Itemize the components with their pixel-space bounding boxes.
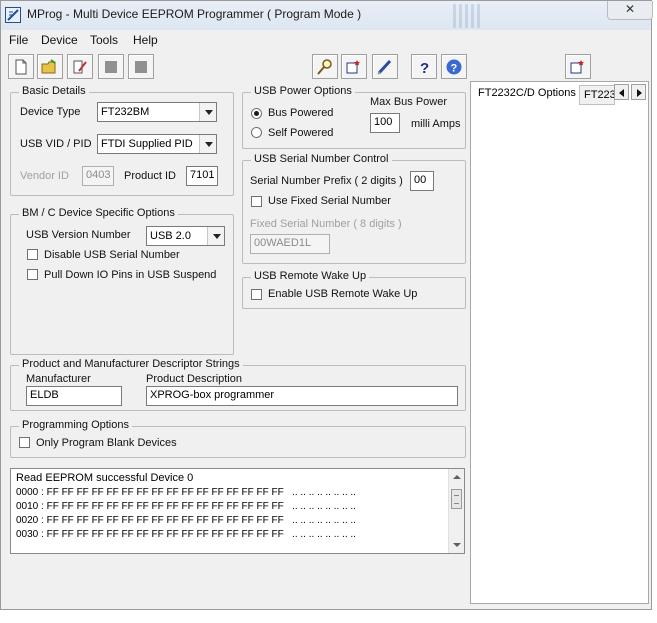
descriptor-strings-title: Product and Manufacturer Descriptor Stri… [19,358,243,370]
vendor-id-label: Vendor ID [20,170,69,182]
new-button[interactable] [8,54,34,79]
disable-serial-checkbox[interactable] [27,249,38,260]
fixed-serial-field[interactable]: 00WAED1L [250,234,330,254]
self-powered-label: Self Powered [268,127,334,139]
remote-wake-title: USB Remote Wake Up [251,270,370,282]
chevron-down-icon[interactable] [199,103,216,121]
basic-details-title: Basic Details [19,85,89,97]
device-type-label: Device Type [20,106,81,118]
help-icon: ? [420,60,429,76]
product-description-field[interactable]: XPROG-box programmer [146,386,458,406]
menu-tools[interactable]: Tools [90,33,118,47]
only-blank-checkbox[interactable] [19,437,30,448]
stop-icon [135,61,147,73]
product-description-label: Product Description [146,373,242,385]
use-fixed-serial-checkbox[interactable] [251,196,262,207]
manufacturer-field[interactable]: ELDB [26,386,122,406]
tab-scroll-right-icon[interactable] [631,84,646,100]
svg-text:?: ? [451,63,458,75]
panel-program-button[interactable] [565,54,591,79]
main-window: MProg - Multi Device EEPROM Programmer (… [0,0,653,610]
background-decoration [453,4,483,28]
about-icon: ? [446,59,462,75]
new-file-icon [15,59,27,75]
pull-down-checkbox[interactable] [27,269,38,280]
open-folder-icon [41,59,56,74]
disable-serial-label: Disable USB Serial Number [44,249,180,261]
remote-wake-checkbox[interactable] [251,289,262,300]
serial-prefix-field[interactable]: 00 [410,171,434,191]
toolbar: ? ? [1,50,651,82]
usb-vid-pid-value: FTDI Supplied PID [101,138,193,150]
output-log[interactable]: Read EEPROM successful Device 0 0000 : F… [10,468,465,554]
programming-options-title: Programming Options [19,419,132,431]
milli-amps-label: milli Amps [411,118,461,130]
product-id-field[interactable]: 7101 [186,166,218,186]
menu-file[interactable]: File [9,33,28,47]
fixed-serial-label: Fixed Serial Number ( 8 digits ) [250,218,402,230]
use-fixed-serial-label: Use Fixed Serial Number [268,195,391,207]
bus-powered-radio[interactable] [251,108,262,119]
device-type-value: FT232BM [101,106,150,118]
log-line: 0020 : FF FF FF FF FF FF FF FF FF FF FF … [16,515,356,526]
chevron-down-icon[interactable] [199,135,216,153]
erase-button[interactable] [372,54,398,79]
program-icon [346,60,360,74]
log-line: 0030 : FF FF FF FF FF FF FF FF FF FF FF … [16,529,356,540]
product-id-label: Product ID [124,170,176,182]
disabled-button-1[interactable] [98,54,124,79]
usb-version-label: USB Version Number [26,229,131,241]
manufacturer-label: Manufacturer [26,373,91,385]
log-line: 0010 : FF FF FF FF FF FF FF FF FF FF FF … [16,501,356,512]
usb-vid-pid-label: USB VID / PID [20,138,92,150]
log-header: Read EEPROM successful Device 0 [16,472,194,484]
tab-ft2232cd-options[interactable]: FT2232C/D Options [474,84,578,104]
usb-version-select[interactable]: USB 2.0 [146,226,225,246]
edit-button[interactable] [67,54,93,79]
bmc-options-title: BM / C Device Specific Options [19,207,178,219]
menu-help[interactable]: Help [133,33,158,47]
log-scrollbar[interactable] [448,469,464,553]
about-button[interactable]: ? [441,54,467,79]
scroll-down-icon[interactable] [453,543,461,547]
tab-scroll-left-icon[interactable] [614,84,629,100]
title-bar[interactable]: MProg - Multi Device EEPROM Programmer (… [1,1,653,30]
device-options-panel [470,81,649,604]
scroll-up-icon[interactable] [453,475,461,479]
scan-button[interactable] [312,54,338,79]
program-button[interactable] [341,54,367,79]
chevron-down-icon[interactable] [207,227,224,245]
svg-text:?: ? [420,60,429,76]
serial-control-title: USB Serial Number Control [251,153,392,165]
menu-bar: File Device Tools Help [1,30,651,50]
log-line: 0000 : FF FF FF FF FF FF FF FF FF FF FF … [16,487,356,498]
remote-wake-label: Enable USB Remote Wake Up [268,288,418,300]
disabled-button-2[interactable] [128,54,154,79]
help-button[interactable]: ? [411,54,437,79]
stop-icon [105,61,117,73]
device-type-select[interactable]: FT232BM [97,102,217,122]
usb-power-title: USB Power Options [251,85,355,97]
bus-powered-label: Bus Powered [268,107,334,119]
vendor-id-field[interactable]: 0403 [82,166,114,186]
search-icon [317,59,332,75]
pull-down-label: Pull Down IO Pins in USB Suspend [44,269,217,281]
menu-device[interactable]: Device [41,33,78,47]
app-icon [5,7,21,23]
usb-vid-pid-select[interactable]: FTDI Supplied PID [97,134,217,154]
max-bus-power-field[interactable]: 100 [370,113,400,133]
serial-prefix-label: Serial Number Prefix ( 2 digits ) [250,175,403,187]
tab-ft2232[interactable]: FT2232 [579,85,615,105]
open-button[interactable] [37,54,63,79]
self-powered-radio[interactable] [251,127,262,138]
usb-version-value: USB 2.0 [150,230,191,242]
close-button[interactable]: ✕ [607,1,653,20]
program-icon [570,60,584,74]
edit-icon [73,60,87,74]
scroll-thumb[interactable] [451,489,462,509]
only-blank-label: Only Program Blank Devices [36,437,177,449]
erase-icon [377,59,392,75]
window-title: MProg - Multi Device EEPROM Programmer (… [27,7,362,21]
max-bus-power-label: Max Bus Power [370,96,448,108]
